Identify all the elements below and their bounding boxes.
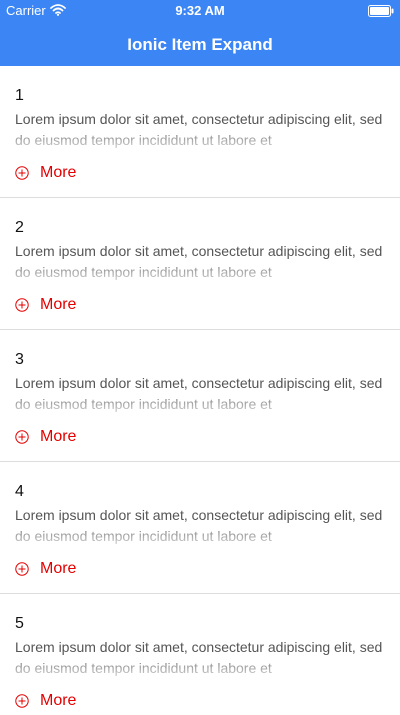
status-time: 9:32 AM <box>175 3 225 18</box>
more-label: More <box>40 428 77 445</box>
item-number: 3 <box>15 351 24 368</box>
more-label: More <box>40 296 77 313</box>
item-text-container: Lorem ipsum dolor sit amet, consectetur … <box>15 373 385 413</box>
plus-circle-icon <box>15 694 29 708</box>
more-label: More <box>40 692 77 709</box>
plus-circle-icon <box>15 430 29 444</box>
more-label: More <box>40 164 77 181</box>
more-button[interactable]: More <box>15 162 76 184</box>
text-fade <box>15 259 385 281</box>
item-text-container: Lorem ipsum dolor sit amet, consectetur … <box>15 241 385 281</box>
item-text-container: Lorem ipsum dolor sit amet, consectetur … <box>15 505 385 545</box>
item-text-container: Lorem ipsum dolor sit amet, consectetur … <box>15 637 385 677</box>
item-number: 5 <box>15 615 24 632</box>
item-number: 1 <box>15 87 24 104</box>
more-button[interactable]: More <box>15 294 76 316</box>
list-item: 2 Lorem ipsum dolor sit amet, consectetu… <box>0 198 400 330</box>
item-number: 2 <box>15 219 24 236</box>
more-button[interactable]: More <box>15 690 76 712</box>
plus-circle-icon <box>15 298 29 312</box>
page-title: Ionic Item Expand <box>127 35 273 54</box>
list-item: 5 Lorem ipsum dolor sit amet, consectetu… <box>0 594 400 715</box>
app-screen: Carrier 9:32 AM Ionic Item Expand 1 Lore… <box>0 0 400 715</box>
item-number: 4 <box>15 483 24 500</box>
list-item: 1 Lorem ipsum dolor sit amet, consectetu… <box>0 66 400 198</box>
more-button[interactable]: More <box>15 558 76 580</box>
plus-circle-icon <box>15 562 29 576</box>
text-fade <box>15 523 385 545</box>
top-bar: Carrier 9:32 AM Ionic Item Expand <box>0 0 400 66</box>
list-item: 3 Lorem ipsum dolor sit amet, consectetu… <box>0 330 400 462</box>
text-fade <box>15 127 385 149</box>
more-label: More <box>40 560 77 577</box>
item-text-container: Lorem ipsum dolor sit amet, consectetur … <box>15 109 385 149</box>
text-fade <box>15 655 385 677</box>
expandable-list: 1 Lorem ipsum dolor sit amet, consectetu… <box>0 66 400 715</box>
battery-icon <box>368 5 394 17</box>
text-fade <box>15 391 385 413</box>
status-bar: Carrier 9:32 AM <box>0 0 400 22</box>
more-button[interactable]: More <box>15 426 76 448</box>
list-item: 4 Lorem ipsum dolor sit amet, consectetu… <box>0 462 400 594</box>
plus-circle-icon <box>15 166 29 180</box>
